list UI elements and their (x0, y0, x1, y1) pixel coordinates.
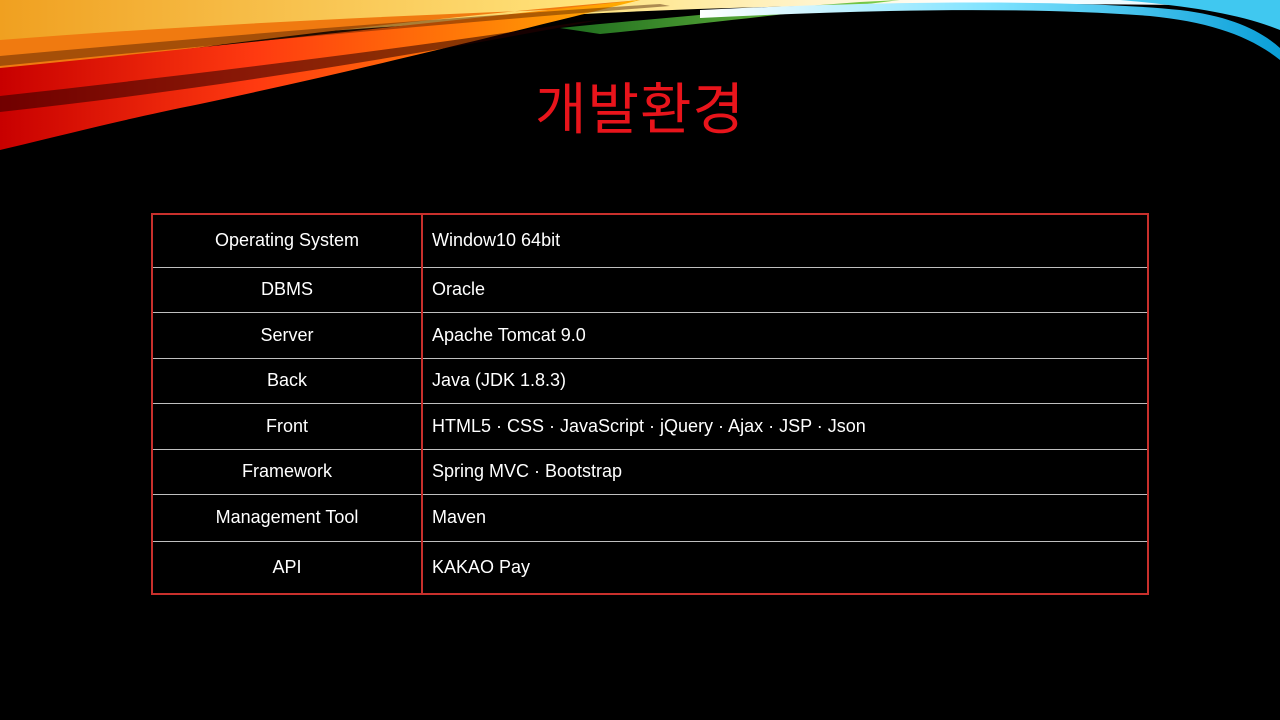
table-row: API KAKAO Pay (151, 540, 1149, 595)
row-value: KAKAO Pay (422, 540, 1149, 595)
table-row: Back Java (JDK 1.8.3) (151, 357, 1149, 404)
table-row: Server Apache Tomcat 9.0 (151, 311, 1149, 359)
row-value: Oracle (422, 266, 1149, 313)
row-value: Apache Tomcat 9.0 (422, 311, 1149, 359)
row-label: API (151, 540, 423, 595)
row-label: Framework (151, 448, 423, 495)
table-row: DBMS Oracle (151, 266, 1149, 313)
row-value: Maven (422, 493, 1149, 542)
slide: 개발환경 Operating System Window10 64bit DBM… (0, 0, 1280, 720)
dev-environment-table: Operating System Window10 64bit DBMS Ora… (151, 213, 1149, 595)
row-label: Front (151, 402, 423, 450)
table-row: Operating System Window10 64bit (151, 213, 1149, 268)
row-label: Server (151, 311, 423, 359)
table-row: Front HTML5 · CSS · JavaScript · jQuery … (151, 402, 1149, 450)
slide-title: 개발환경 (534, 78, 746, 143)
row-label: Operating System (151, 213, 423, 268)
table-row: Management Tool Maven (151, 493, 1149, 542)
row-value: HTML5 · CSS · JavaScript · jQuery · Ajax… (422, 402, 1149, 450)
row-value: Window10 64bit (422, 213, 1149, 268)
row-value: Java (JDK 1.8.3) (422, 357, 1149, 404)
row-label: Management Tool (151, 493, 423, 542)
row-label: DBMS (151, 266, 423, 313)
row-value: Spring MVC · Bootstrap (422, 448, 1149, 495)
table-row: Framework Spring MVC · Bootstrap (151, 448, 1149, 495)
row-label: Back (151, 357, 423, 404)
